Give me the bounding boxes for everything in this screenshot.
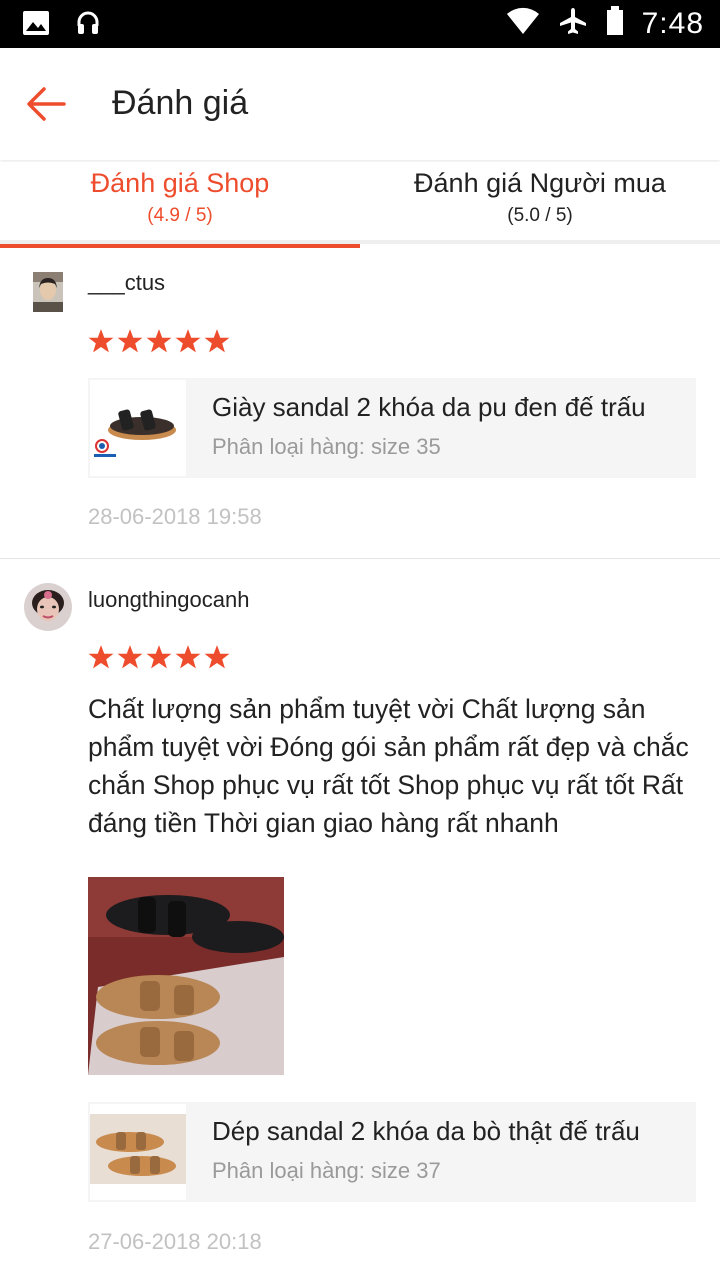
star-icon: [88, 329, 114, 353]
battery-icon: [606, 6, 624, 41]
star-rating: [88, 328, 230, 354]
product-card[interactable]: Giày sandal 2 khóa da pu đen đế trấu Phâ…: [88, 378, 696, 478]
status-bar: 7:48: [0, 0, 720, 48]
star-icon: [117, 645, 143, 669]
tab-label: Đánh giá Người mua: [414, 168, 666, 198]
tab-score: (4.9 / 5): [147, 205, 213, 226]
star-icon: [204, 329, 230, 353]
wifi-icon: [506, 7, 540, 40]
avatar: [24, 583, 72, 631]
page-title: Đánh giá: [112, 84, 249, 122]
back-button[interactable]: [24, 84, 68, 124]
tab-label: Đánh giá Shop: [90, 168, 270, 198]
product-variant: Phân loại hàng: size 37: [212, 1158, 441, 1183]
review-date: 28-06-2018 19:58: [88, 504, 262, 529]
product-thumbnail: [90, 1104, 186, 1200]
star-icon: [204, 645, 230, 669]
star-icon: [146, 329, 172, 353]
product-variant: Phân loại hàng: size 35: [212, 434, 441, 459]
star-rating: [88, 644, 230, 670]
clock: 7:48: [641, 6, 704, 40]
star-icon: [175, 329, 201, 353]
headset-icon: [76, 10, 100, 41]
back-arrow-icon: [27, 87, 66, 121]
reviewer-username: luongthingocanh: [88, 587, 250, 612]
review-photo[interactable]: [88, 877, 284, 1075]
product-name: Dép sandal 2 khóa da bò thật đế trấu: [212, 1116, 640, 1146]
app-bar: Đánh giá: [0, 48, 720, 160]
rating-tabs: Đánh giá Shop (4.9 / 5) Đánh giá Người m…: [0, 162, 720, 248]
review-comment: Chất lượng sản phẩm tuyệt vời Chất lượng…: [88, 694, 689, 838]
product-card[interactable]: Dép sandal 2 khóa da bò thật đế trấu Phâ…: [88, 1102, 696, 1202]
product-thumbnail: [90, 380, 186, 476]
tab-score: (5.0 / 5): [507, 205, 573, 226]
review-item: luongthingocanh Chất lượng sản phẩm tuyệ…: [0, 559, 720, 1280]
avatar: [33, 272, 63, 312]
star-icon: [117, 329, 143, 353]
reviewer-username: ___ctus: [88, 270, 166, 295]
star-icon: [175, 645, 201, 669]
tab-buyer-rating[interactable]: Đánh giá Người mua (5.0 / 5): [360, 162, 720, 244]
review-date: 27-06-2018 20:18: [88, 1229, 262, 1254]
image-notification-icon: [22, 10, 50, 41]
tab-shop-rating[interactable]: Đánh giá Shop (4.9 / 5): [0, 162, 360, 248]
product-name: Giày sandal 2 khóa da pu đen đế trấu: [212, 392, 646, 422]
airplane-mode-icon: [558, 6, 588, 41]
star-icon: [88, 645, 114, 669]
review-item: ___ctus Giày sandal 2 khóa da pu đen đế …: [0, 248, 720, 558]
star-icon: [146, 645, 172, 669]
